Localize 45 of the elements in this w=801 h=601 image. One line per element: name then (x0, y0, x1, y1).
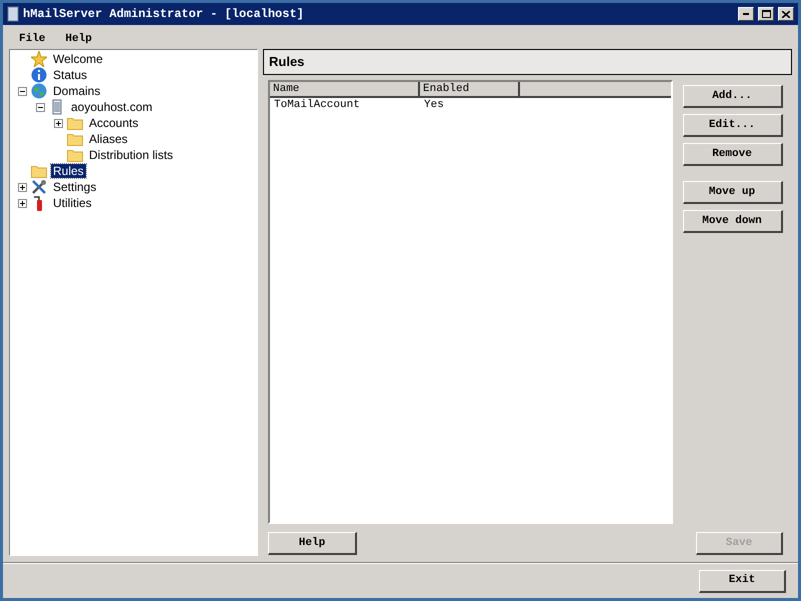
tree-item[interactable]: Accounts (87, 116, 140, 130)
close-button[interactable] (778, 7, 794, 21)
tree-item[interactable]: Settings (51, 180, 98, 194)
action-button[interactable]: Move down (682, 210, 782, 233)
tree-item[interactable]: aoyouhost.com (69, 100, 154, 114)
help-button[interactable]: Help (268, 532, 357, 556)
action-button[interactable]: Move up (682, 181, 782, 204)
collapse-toggle[interactable] (18, 86, 26, 96)
expand-toggle[interactable] (18, 182, 26, 192)
collapse-toggle[interactable] (36, 102, 44, 112)
expand-toggle[interactable] (54, 118, 62, 128)
tools-icon (31, 179, 47, 195)
minimize-button[interactable] (738, 7, 754, 21)
action-button[interactable]: Add... (682, 85, 782, 108)
tree-item[interactable]: Distribution lists (87, 148, 176, 162)
column-header[interactable]: Enabled (420, 82, 520, 98)
minimize-icon (743, 13, 749, 15)
menu-item[interactable]: Help (57, 30, 100, 48)
column-header[interactable]: Name (270, 82, 420, 98)
tree-item[interactable]: Welcome (51, 52, 105, 66)
globe-icon (31, 83, 47, 99)
close-icon (782, 10, 790, 18)
tree-item[interactable]: Aliases (87, 132, 130, 146)
tree-item[interactable]: Rules (51, 164, 86, 178)
table-cell-text: Yes (423, 98, 445, 112)
panel-title: Rules (269, 53, 304, 72)
tree-item[interactable]: Status (51, 68, 90, 82)
folder-icon (67, 116, 83, 130)
table-cell-text: ToMailAccount (273, 98, 361, 112)
tree-item[interactable]: Domains (51, 84, 102, 98)
tree-item[interactable]: Utilities (51, 196, 94, 210)
action-button[interactable]: Remove (682, 143, 782, 166)
maximize-button[interactable] (758, 7, 774, 21)
folder-icon (67, 148, 83, 162)
maximize-icon (762, 10, 770, 18)
folder-icon (67, 132, 83, 146)
info-icon (31, 67, 47, 83)
app-icon (7, 6, 19, 22)
window-title: hMailServer Administrator - [localhost] (23, 6, 305, 23)
folder-icon (31, 164, 47, 178)
menu-item[interactable]: File (11, 30, 54, 48)
expand-toggle[interactable] (18, 198, 26, 208)
exit-button[interactable]: Exit (699, 570, 786, 592)
star-icon (31, 51, 47, 67)
action-button[interactable]: Edit... (682, 114, 782, 137)
